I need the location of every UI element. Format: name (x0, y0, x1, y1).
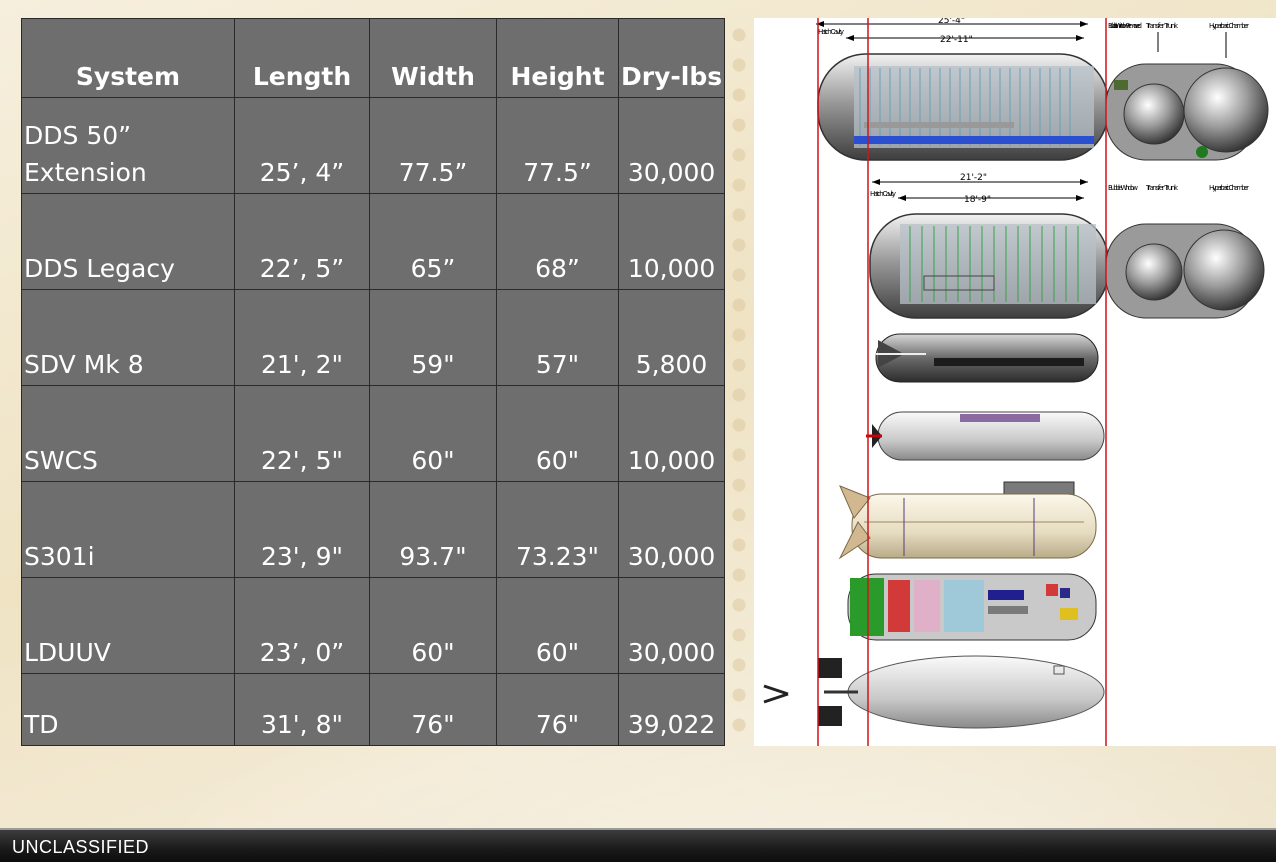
cell-system: DDS Legacy (21, 193, 235, 290)
cell-length: 22’, 5” (234, 193, 370, 290)
cell-height: 68” (496, 193, 619, 290)
legacy-inner-length: 18'-9" (964, 195, 991, 205)
cell-height: 57" (496, 289, 619, 386)
legacy-hatch-label: Hatch Cavity (870, 190, 896, 198)
header-width: Width (369, 18, 497, 98)
legacy-transfer-label: Transfer Trunk (1145, 184, 1179, 192)
cell-system: LDUUV (21, 577, 235, 674)
header-height: Height (496, 18, 619, 98)
cell-width: 65” (369, 193, 497, 290)
cell-width: 60" (369, 577, 497, 674)
header-length: Length (234, 18, 370, 98)
dds50-bubble-label: Bubble Window Removed (1108, 22, 1142, 30)
cell-length: 21', 2" (234, 289, 370, 386)
cell-width: 93.7" (369, 481, 497, 578)
cell-length: 22', 5" (234, 385, 370, 482)
cell-width: 77.5” (369, 97, 497, 194)
systems-table: System Length Width Height Dry-lbs DDS 5… (21, 18, 726, 746)
cell-length: 23’, 0” (234, 577, 370, 674)
cell-length: 31', 8" (234, 673, 370, 746)
dds50-overall-length: 25'-4" (938, 18, 965, 26)
swcs-drawing (866, 411, 1105, 461)
cell-system: DDS 50” Extension (21, 97, 235, 194)
dds-50-extension-drawing: 25'-4" 22'-11" Hatch Cavity Bubble Windo… (816, 18, 1269, 161)
cell-system: SWCS (21, 385, 235, 482)
dds50-hatch-label: Hatch Cavity (818, 28, 844, 36)
table-row: TD 31', 8" 76" 76" 39,022 (21, 673, 726, 746)
cell-height: 60" (496, 577, 619, 674)
cell-width: 76" (369, 673, 497, 746)
td-drawing (763, 655, 1105, 729)
table-row: SWCS 22', 5" 60" 60" 10,000 (21, 385, 726, 482)
legacy-hyperbaric-label: Hyperbaric Chamber (1209, 184, 1249, 192)
lduuv-drawing (847, 573, 1097, 641)
cell-height: 73.23" (496, 481, 619, 578)
table-row: DDS Legacy 22’, 5” 65” 68” 10,000 (21, 193, 726, 290)
cell-dry-lbs: 30,000 (617, 481, 726, 578)
table-row: S301i 23', 9" 93.7" 73.23" 30,000 (21, 481, 726, 578)
header-system: System (21, 18, 235, 98)
cell-dry-lbs: 30,000 (617, 577, 726, 674)
cell-dry-lbs: 39,022 (617, 673, 726, 746)
s301i-drawing (838, 481, 1097, 560)
classification-footer: UNCLASSIFIED (0, 828, 1276, 862)
header-dry-lbs: Dry-lbs (617, 18, 726, 98)
cell-height: 77.5” (496, 97, 619, 194)
cell-width: 60" (369, 385, 497, 482)
table-header-row: System Length Width Height Dry-lbs (21, 18, 726, 98)
sdv-mk8-drawing (875, 333, 1099, 383)
cell-dry-lbs: 10,000 (617, 385, 726, 482)
cell-dry-lbs: 30,000 (617, 97, 726, 194)
classification-label: UNCLASSIFIED (12, 837, 150, 857)
cell-length: 25’, 4” (234, 97, 370, 194)
cell-system: S301i (21, 481, 235, 578)
cell-height: 76" (496, 673, 619, 746)
table-row: SDV Mk 8 21', 2" 59" 57" 5,800 (21, 289, 726, 386)
cell-length: 23', 9" (234, 481, 370, 578)
vehicle-comparison-diagram: 25'-4" 22'-11" Hatch Cavity Bubble Windo… (754, 18, 1276, 746)
dds50-transfer-label: Transfer Trunk (1145, 22, 1179, 30)
table-row: LDUUV 23’, 0” 60" 60" 30,000 (21, 577, 726, 674)
legacy-overall-length: 21'-2" (960, 173, 987, 183)
cell-system: SDV Mk 8 (21, 289, 235, 386)
table-row: DDS 50” Extension 25’, 4” 77.5” 77.5” 30… (21, 97, 726, 194)
dds50-hyperbaric-label: Hyperbaric Chamber (1209, 22, 1249, 30)
cell-system: TD (21, 673, 235, 746)
dds-legacy-drawing: 21'-2" 18'-9" Hatch Cavity Bubble Window… (869, 173, 1265, 319)
cell-dry-lbs: 10,000 (617, 193, 726, 290)
cell-dry-lbs: 5,800 (617, 289, 726, 386)
cell-width: 59" (369, 289, 497, 386)
cell-height: 60" (496, 385, 619, 482)
legacy-bubble-label: Bubble Window (1108, 184, 1138, 192)
dds50-inner-length: 22'-11" (940, 35, 973, 45)
